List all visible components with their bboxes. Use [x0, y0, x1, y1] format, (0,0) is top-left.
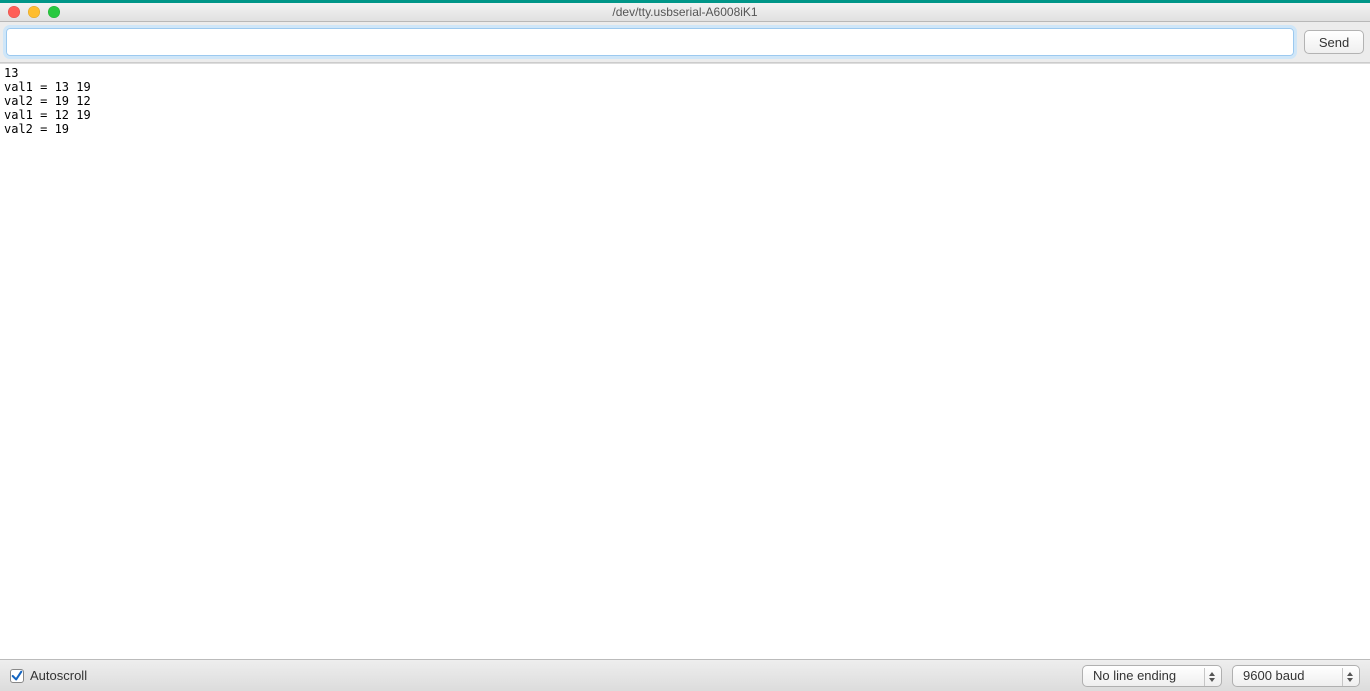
autoscroll-control[interactable]: Autoscroll — [10, 668, 87, 683]
line-ending-selected: No line ending — [1093, 668, 1176, 683]
stepper-icon — [1342, 668, 1357, 686]
serial-input-row: Send — [0, 22, 1370, 63]
serial-input[interactable] — [6, 28, 1294, 56]
autoscroll-label: Autoscroll — [30, 668, 87, 683]
send-button[interactable]: Send — [1304, 30, 1364, 54]
window-zoom-icon[interactable] — [48, 6, 60, 18]
window-minimize-icon[interactable] — [28, 6, 40, 18]
window-titlebar: /dev/tty.usbserial-A6008iK1 — [0, 0, 1370, 22]
baud-select[interactable]: 9600 baud — [1232, 665, 1360, 687]
serial-output-panel[interactable]: 13 val1 = 13 19 val2 = 19 12 val1 = 12 1… — [0, 63, 1370, 659]
bottom-toolbar: Autoscroll No line ending 9600 baud — [0, 659, 1370, 691]
line-ending-select[interactable]: No line ending — [1082, 665, 1222, 687]
baud-selected: 9600 baud — [1243, 668, 1304, 683]
serial-output-text: 13 val1 = 13 19 val2 = 19 12 val1 = 12 1… — [0, 64, 1370, 138]
check-icon — [11, 670, 23, 682]
stepper-icon — [1204, 668, 1219, 686]
window-title: /dev/tty.usbserial-A6008iK1 — [612, 5, 757, 19]
autoscroll-checkbox[interactable] — [10, 669, 24, 683]
window-close-icon[interactable] — [8, 6, 20, 18]
